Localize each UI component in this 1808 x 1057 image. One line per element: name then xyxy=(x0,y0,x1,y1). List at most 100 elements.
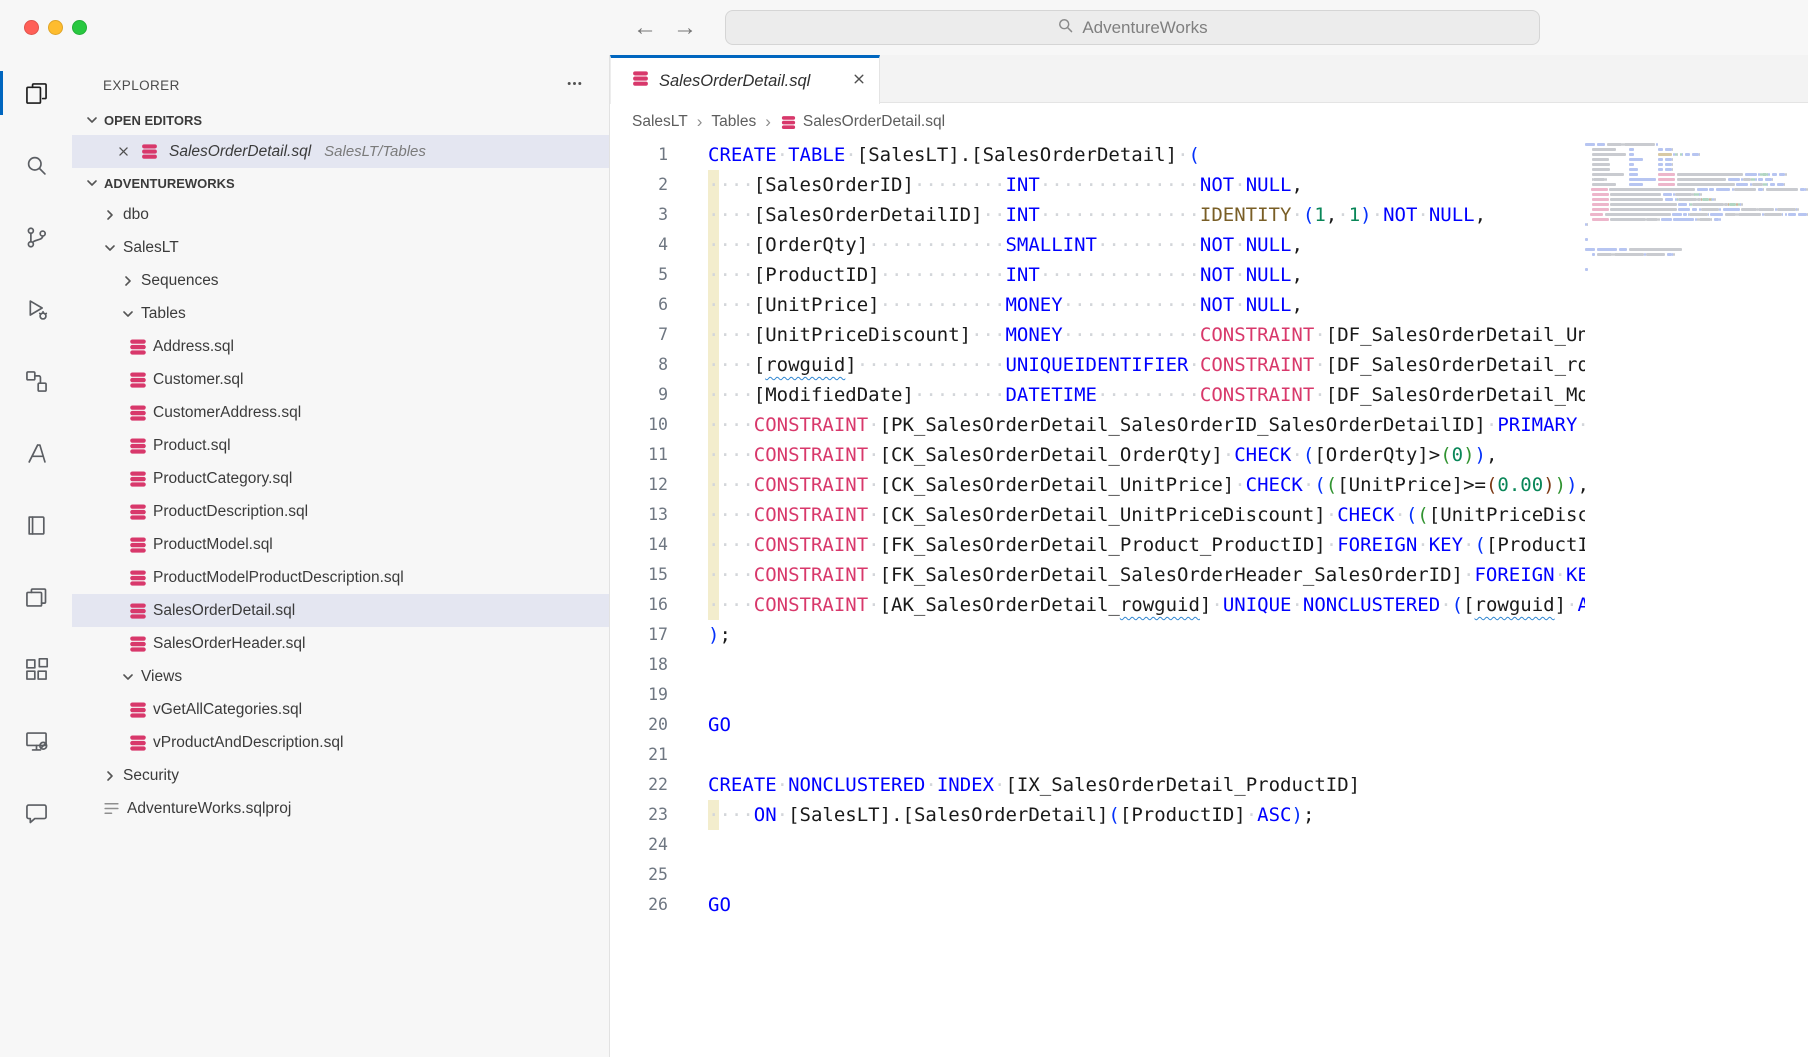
code-line[interactable]: 14····CONSTRAINT·[FK_SalesOrderDetail_Pr… xyxy=(610,530,1585,560)
tree-item-vproductanddescription-sql[interactable]: vProductAndDescription.sql xyxy=(72,726,609,759)
code-line[interactable]: 15····CONSTRAINT·[FK_SalesOrderDetail_Sa… xyxy=(610,560,1585,590)
tree-item-salesorderdetail-sql[interactable]: SalesOrderDetail.sql xyxy=(72,594,609,627)
tree-item-customer-sql[interactable]: Customer.sql xyxy=(72,363,609,396)
breadcrumb-item[interactable]: Tables xyxy=(711,113,756,131)
workspace-header[interactable]: ADVENTUREWORKS xyxy=(72,168,609,198)
tree-item-dbo[interactable]: dbo xyxy=(72,198,609,231)
open-editors-header[interactable]: OPEN EDITORS xyxy=(72,105,609,135)
code-line[interactable]: 13····CONSTRAINT·[CK_SalesOrderDetail_Un… xyxy=(610,500,1585,530)
database-icon xyxy=(128,700,148,720)
zoom-window-button[interactable] xyxy=(72,20,87,35)
explorer-sidebar: EXPLORER OPEN EDITORS SalesOrderDetail.s… xyxy=(72,55,610,1057)
code-line[interactable]: 26GO xyxy=(610,890,1585,920)
tree-item-productmodelproductdescription-sql[interactable]: ProductModelProductDescription.sql xyxy=(72,561,609,594)
code-line[interactable]: 3····[SalesOrderDetailID]··INT··········… xyxy=(610,200,1585,230)
code-line[interactable]: 2····[SalesOrderID]········INT··········… xyxy=(610,170,1585,200)
code-line[interactable]: 21 xyxy=(610,740,1585,770)
tree-item-vgetallcategories-sql[interactable]: vGetAllCategories.sql xyxy=(72,693,609,726)
tree-item-productmodel-sql[interactable]: ProductModel.sql xyxy=(72,528,609,561)
line-number: 5 xyxy=(610,260,668,290)
tree-item-label: Tables xyxy=(141,305,186,323)
activity-editor-groups[interactable] xyxy=(0,561,72,633)
back-button[interactable]: ← xyxy=(633,9,657,47)
tree-item-adventureworks-sqlproj[interactable]: AdventureWorks.sqlproj xyxy=(72,792,609,825)
close-window-button[interactable] xyxy=(24,20,39,35)
breadcrumb-item[interactable]: SalesLT xyxy=(632,113,688,131)
code-line[interactable]: 8····[rowguid]·············UNIQUEIDENTIF… xyxy=(610,350,1585,380)
line-number: 17 xyxy=(610,620,668,650)
database-icon xyxy=(128,403,148,423)
azure-icon xyxy=(23,440,50,467)
activity-azure[interactable] xyxy=(0,417,72,489)
code-line[interactable]: 18 xyxy=(610,650,1585,680)
tree-item-productcategory-sql[interactable]: ProductCategory.sql xyxy=(72,462,609,495)
database-icon xyxy=(128,337,148,357)
tree-item-views[interactable]: Views xyxy=(72,660,609,693)
activity-extensions[interactable] xyxy=(0,633,72,705)
tree-item-productdescription-sql[interactable]: ProductDescription.sql xyxy=(72,495,609,528)
line-number: 20 xyxy=(610,710,668,740)
code-line[interactable]: 9····[ModifiedDate]········DATETIME·····… xyxy=(610,380,1585,410)
activity-explorer[interactable] xyxy=(0,57,72,129)
more-actions-button[interactable] xyxy=(566,75,583,95)
remote-monitor-icon xyxy=(23,728,50,755)
database-icon xyxy=(128,469,148,489)
code-line[interactable]: 25 xyxy=(610,860,1585,890)
tree-item-label: ProductDescription.sql xyxy=(153,503,308,521)
activity-chat[interactable] xyxy=(0,777,72,849)
open-editor-item[interactable]: SalesOrderDetail.sqlSalesLT/Tables xyxy=(72,135,609,168)
tree-item-label: CustomerAddress.sql xyxy=(153,404,301,422)
tree-item-product-sql[interactable]: Product.sql xyxy=(72,429,609,462)
code-line[interactable]: 5····[ProductID]···········INT··········… xyxy=(610,260,1585,290)
code-line[interactable]: 1CREATE·TABLE·[SalesLT].[SalesOrderDetai… xyxy=(610,140,1585,170)
line-number: 14 xyxy=(610,530,668,560)
comment-icon xyxy=(23,800,50,827)
code-line[interactable]: 24 xyxy=(610,830,1585,860)
line-number: 21 xyxy=(610,740,668,770)
tree-item-sequences[interactable]: Sequences xyxy=(72,264,609,297)
code-line[interactable]: 12····CONSTRAINT·[CK_SalesOrderDetail_Un… xyxy=(610,470,1585,500)
tree-item-label: Security xyxy=(123,767,179,785)
activity-connections[interactable] xyxy=(0,345,72,417)
code-line[interactable]: 20GO xyxy=(610,710,1585,740)
tree-item-label: vGetAllCategories.sql xyxy=(153,701,302,719)
code-line[interactable]: 6····[UnitPrice]···········MONEY········… xyxy=(610,290,1585,320)
code-line[interactable]: 7····[UnitPriceDiscount]···MONEY········… xyxy=(610,320,1585,350)
code-line[interactable]: 4····[OrderQty]············SMALLINT·····… xyxy=(610,230,1585,260)
code-line[interactable]: 22CREATE·NONCLUSTERED·INDEX·[IX_SalesOrd… xyxy=(610,770,1585,800)
tree-item-address-sql[interactable]: Address.sql xyxy=(72,330,609,363)
activity-remote[interactable] xyxy=(0,705,72,777)
tree-item-customeraddress-sql[interactable]: CustomerAddress.sql xyxy=(72,396,609,429)
tree-item-salesorderheader-sql[interactable]: SalesOrderHeader.sql xyxy=(72,627,609,660)
forward-button[interactable]: → xyxy=(673,9,697,47)
code-line[interactable]: 23····ON·[SalesLT].[SalesOrderDetail]([P… xyxy=(610,800,1585,830)
code-line[interactable]: 11····CONSTRAINT·[CK_SalesOrderDetail_Or… xyxy=(610,440,1585,470)
breadcrumb-item[interactable]: SalesOrderDetail.sql xyxy=(780,113,945,131)
open-editor-description: SalesLT/Tables xyxy=(324,143,426,160)
activity-search[interactable] xyxy=(0,129,72,201)
close-editor-button[interactable] xyxy=(116,144,131,159)
tree-item-tables[interactable]: Tables xyxy=(72,297,609,330)
tab-salesorderdetail[interactable]: SalesOrderDetail.sql xyxy=(610,55,880,104)
database-icon xyxy=(128,601,148,621)
close-icon[interactable] xyxy=(851,71,867,92)
activity-notebooks[interactable] xyxy=(0,489,72,561)
tree-item-label: Customer.sql xyxy=(153,371,243,389)
tree-item-label: SalesOrderDetail.sql xyxy=(153,602,295,620)
chevron-right-icon xyxy=(102,207,118,223)
tree-item-saleslt[interactable]: SalesLT xyxy=(72,231,609,264)
chevron-right-icon xyxy=(102,768,118,784)
sqlproj-icon xyxy=(102,799,121,818)
code-line[interactable]: 10····CONSTRAINT·[PK_SalesOrderDetail_Sa… xyxy=(610,410,1585,440)
activity-run-debug[interactable] xyxy=(0,273,72,345)
minimap[interactable] xyxy=(1585,140,1808,1057)
minimize-window-button[interactable] xyxy=(48,20,63,35)
code-line[interactable]: 17); xyxy=(610,620,1585,650)
code-line[interactable]: 16····CONSTRAINT·[AK_SalesOrderDetail_ro… xyxy=(610,590,1585,620)
activity-source-control[interactable] xyxy=(0,201,72,273)
line-number: 6 xyxy=(610,290,668,320)
tree-item-security[interactable]: Security xyxy=(72,759,609,792)
command-center[interactable]: AdventureWorks xyxy=(725,10,1540,45)
code-line[interactable]: 19 xyxy=(610,680,1585,710)
code-editor[interactable]: 1CREATE·TABLE·[SalesLT].[SalesOrderDetai… xyxy=(610,140,1585,1057)
